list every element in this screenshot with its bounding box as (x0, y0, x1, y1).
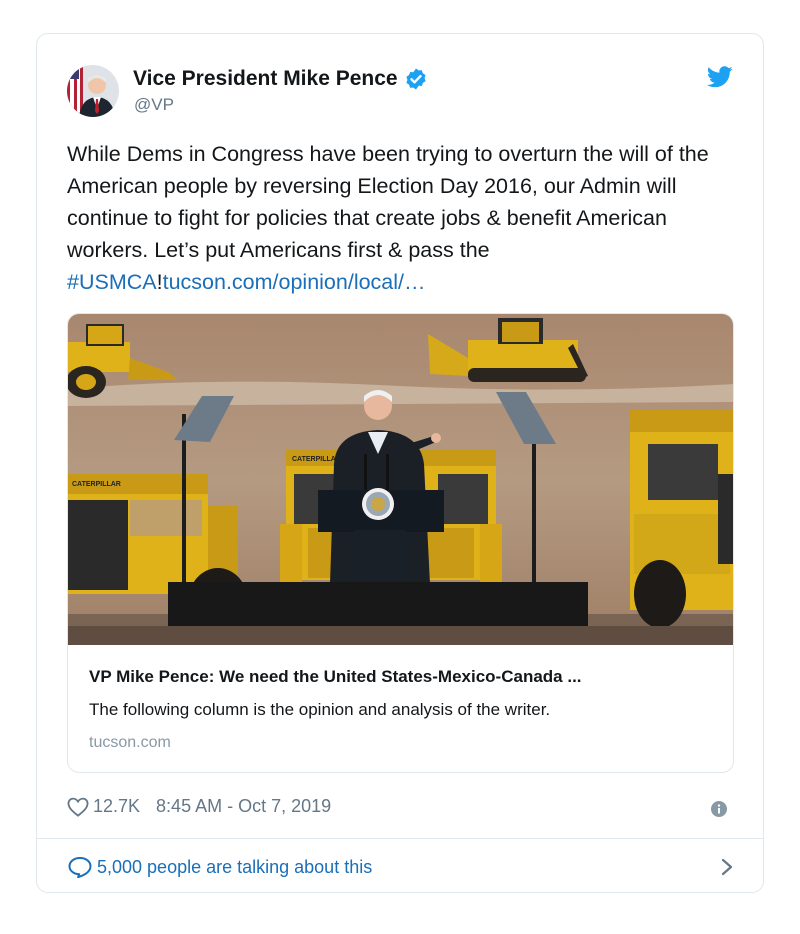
divider (37, 838, 763, 839)
link-preview-domain: tucson.com (89, 734, 171, 751)
like-count[interactable]: 12.7K (93, 796, 140, 817)
conversation-text: 5,000 people are talking about this (97, 856, 373, 877)
comment-icon (68, 856, 92, 878)
like-button[interactable] (67, 797, 89, 817)
author-name[interactable]: Vice President Mike Pence (133, 67, 428, 91)
avatar-image (67, 65, 119, 117)
tweet-card: Vice President Mike Pence @VP While Dems… (36, 33, 764, 893)
link-preview-image: CATERPILLAR CATERPILLAR (68, 314, 733, 645)
tweet-text: While Dems in Congress have been trying … (67, 138, 737, 298)
link-preview-description: The following column is the opinion and … (89, 700, 551, 719)
tweet-timestamp[interactable]: 8:45 AM - Oct 7, 2019 (156, 796, 331, 817)
tweet-body: While Dems in Congress have been trying … (67, 142, 709, 262)
svg-text:CATERPILLAR: CATERPILLAR (72, 481, 121, 488)
verified-badge-icon (405, 68, 426, 90)
info-icon[interactable] (711, 801, 727, 817)
avatar[interactable] (67, 65, 119, 117)
link-preview-card[interactable]: CATERPILLAR CATERPILLAR VP Mike Pence: W… (67, 313, 734, 773)
conversation-link[interactable]: 5,000 people are talking about this (67, 852, 733, 882)
chevron-right-icon (721, 858, 733, 876)
url-link[interactable]: tucson.com/opinion/local/… (163, 270, 426, 294)
author-name-text: Vice President Mike Pence (133, 67, 398, 90)
hashtag-link[interactable]: #USMCA (67, 270, 157, 294)
link-preview-title: VP Mike Pence: We need the United States… (89, 667, 582, 686)
svg-text:CATERPILLAR: CATERPILLAR (292, 456, 341, 463)
twitter-bird-icon[interactable] (707, 66, 733, 88)
heart-icon (67, 797, 89, 817)
tweet-meta: 12.7K 8:45 AM - Oct 7, 2019 (67, 796, 331, 817)
author-handle[interactable]: @VP (134, 95, 174, 115)
